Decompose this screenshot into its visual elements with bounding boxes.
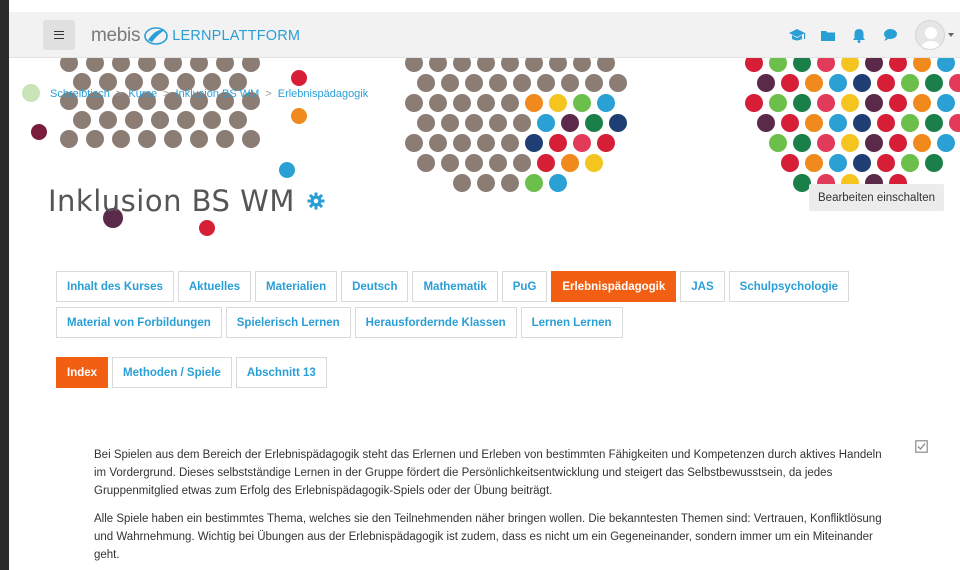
- breadcrumb-item-kurse[interactable]: Kurse: [128, 88, 157, 100]
- tab-abschnitt-13[interactable]: Abschnitt 13: [235, 357, 327, 388]
- breadcrumb-item-section[interactable]: Erlebnispädagogik: [278, 88, 369, 100]
- tab-lernen-lernen[interactable]: Lernen Lernen: [520, 307, 623, 338]
- gear-icon[interactable]: [307, 192, 325, 210]
- course-tabs-row-2: Material von Forbildungen Spielerisch Le…: [56, 307, 627, 338]
- user-menu[interactable]: [915, 20, 954, 50]
- tab-mathematik[interactable]: Mathematik: [412, 271, 498, 302]
- tab-methoden-spiele[interactable]: Methoden / Spiele: [112, 357, 232, 388]
- top-navbar: mebis LERNPLATTFORM: [9, 12, 960, 58]
- hamburger-icon: [54, 31, 64, 39]
- course-tabs-row-1: Inhalt des Kurses Aktuelles Materialien …: [56, 271, 853, 302]
- page-title: Inklusion BS WM: [48, 184, 325, 218]
- tab-spielerisch-lernen[interactable]: Spielerisch Lernen: [225, 307, 351, 338]
- tab-index[interactable]: Index: [56, 357, 109, 388]
- breadcrumb-item-schreibtisch[interactable]: Schreibtisch: [50, 88, 110, 100]
- chevron-down-icon: [948, 33, 954, 37]
- summary-paragraph: Bei Spielen aus dem Bereich der Erlebnis…: [94, 449, 882, 497]
- course-title: Inklusion BS WM: [48, 184, 295, 218]
- tab-erlebnispaedagogik[interactable]: Erlebnispädagogik: [551, 271, 677, 302]
- tab-herausfordernde-klassen[interactable]: Herausfordernde Klassen: [354, 307, 517, 338]
- left-edge-strip: [0, 0, 9, 570]
- tab-materialien[interactable]: Materialien: [255, 271, 338, 302]
- tab-schulpsychologie[interactable]: Schulpsychologie: [728, 271, 850, 302]
- completion-checkbox-icon[interactable]: [915, 440, 928, 453]
- breadcrumb: Schreibtisch > Kurse > Inklusion BS WM >…: [50, 88, 368, 100]
- user-silhouette-icon: [921, 27, 941, 49]
- navbar-icon-group: [785, 12, 960, 58]
- avatar: [915, 20, 945, 50]
- summary-paragraph: Alle Spiele haben ein bestimmtes Thema, …: [94, 513, 882, 561]
- section-summary: Bei Spielen aus dem Bereich der Erlebnis…: [94, 446, 894, 570]
- tab-deutsch[interactable]: Deutsch: [341, 271, 409, 302]
- sub-tabs: Index Methoden / Spiele Abschnitt 13: [56, 357, 331, 388]
- bell-icon[interactable]: [847, 23, 871, 47]
- chat-bubble-icon[interactable]: [878, 23, 902, 47]
- brand-name: mebis: [91, 25, 141, 46]
- breadcrumb-separator: >: [265, 88, 272, 100]
- tab-aktuelles[interactable]: Aktuelles: [177, 271, 252, 302]
- tab-jas[interactable]: JAS: [680, 271, 725, 302]
- breadcrumb-item-course[interactable]: Inklusion BS WM: [176, 88, 260, 100]
- breadcrumb-separator: >: [115, 88, 123, 100]
- graduation-cap-icon[interactable]: [785, 23, 809, 47]
- tab-inhalt-des-kurses[interactable]: Inhalt des Kurses: [56, 271, 174, 302]
- menu-toggle-button[interactable]: [43, 20, 75, 50]
- brand-swoosh-icon: [144, 27, 168, 45]
- tab-pug[interactable]: PuG: [501, 271, 548, 302]
- brand-suffix: LERNPLATTFORM: [172, 28, 301, 44]
- tab-material-von-forbildungen[interactable]: Material von Forbildungen: [56, 307, 222, 338]
- folder-icon[interactable]: [816, 23, 840, 47]
- breadcrumb-separator: >: [163, 88, 170, 100]
- brand-logo[interactable]: mebis LERNPLATTFORM: [91, 25, 300, 47]
- edit-mode-button[interactable]: Bearbeiten einschalten: [809, 184, 944, 211]
